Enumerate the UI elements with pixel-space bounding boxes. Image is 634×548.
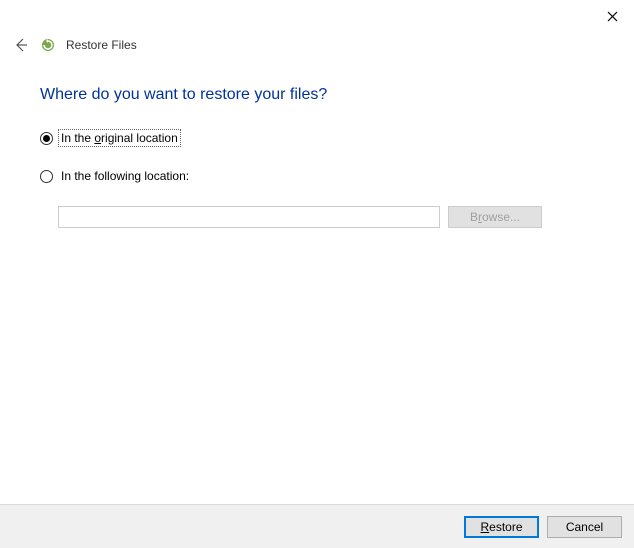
path-row: Browse...	[58, 206, 594, 228]
content-area: Where do you want to restore your files?…	[0, 70, 634, 228]
restore-files-icon	[40, 37, 56, 53]
radio-original-input[interactable]	[40, 132, 53, 145]
window-title: Restore Files	[66, 38, 137, 52]
cancel-button[interactable]: Cancel	[547, 516, 622, 538]
radio-option-following[interactable]: In the following location:	[40, 168, 594, 184]
page-heading: Where do you want to restore your files?	[40, 86, 594, 104]
radio-original-label: In the original location	[59, 130, 180, 146]
browse-button: Browse...	[448, 206, 542, 228]
close-button[interactable]	[600, 6, 624, 26]
back-arrow-button[interactable]	[12, 36, 30, 54]
header: Restore Files	[0, 30, 634, 70]
footer: Restore Cancel	[0, 504, 634, 548]
restore-path-input[interactable]	[58, 206, 440, 228]
radio-following-label: In the following location:	[59, 168, 191, 184]
restore-button[interactable]: Restore	[464, 516, 539, 538]
titlebar	[0, 0, 634, 30]
radio-following-input[interactable]	[40, 170, 53, 183]
radio-option-original[interactable]: In the original location	[40, 130, 594, 146]
